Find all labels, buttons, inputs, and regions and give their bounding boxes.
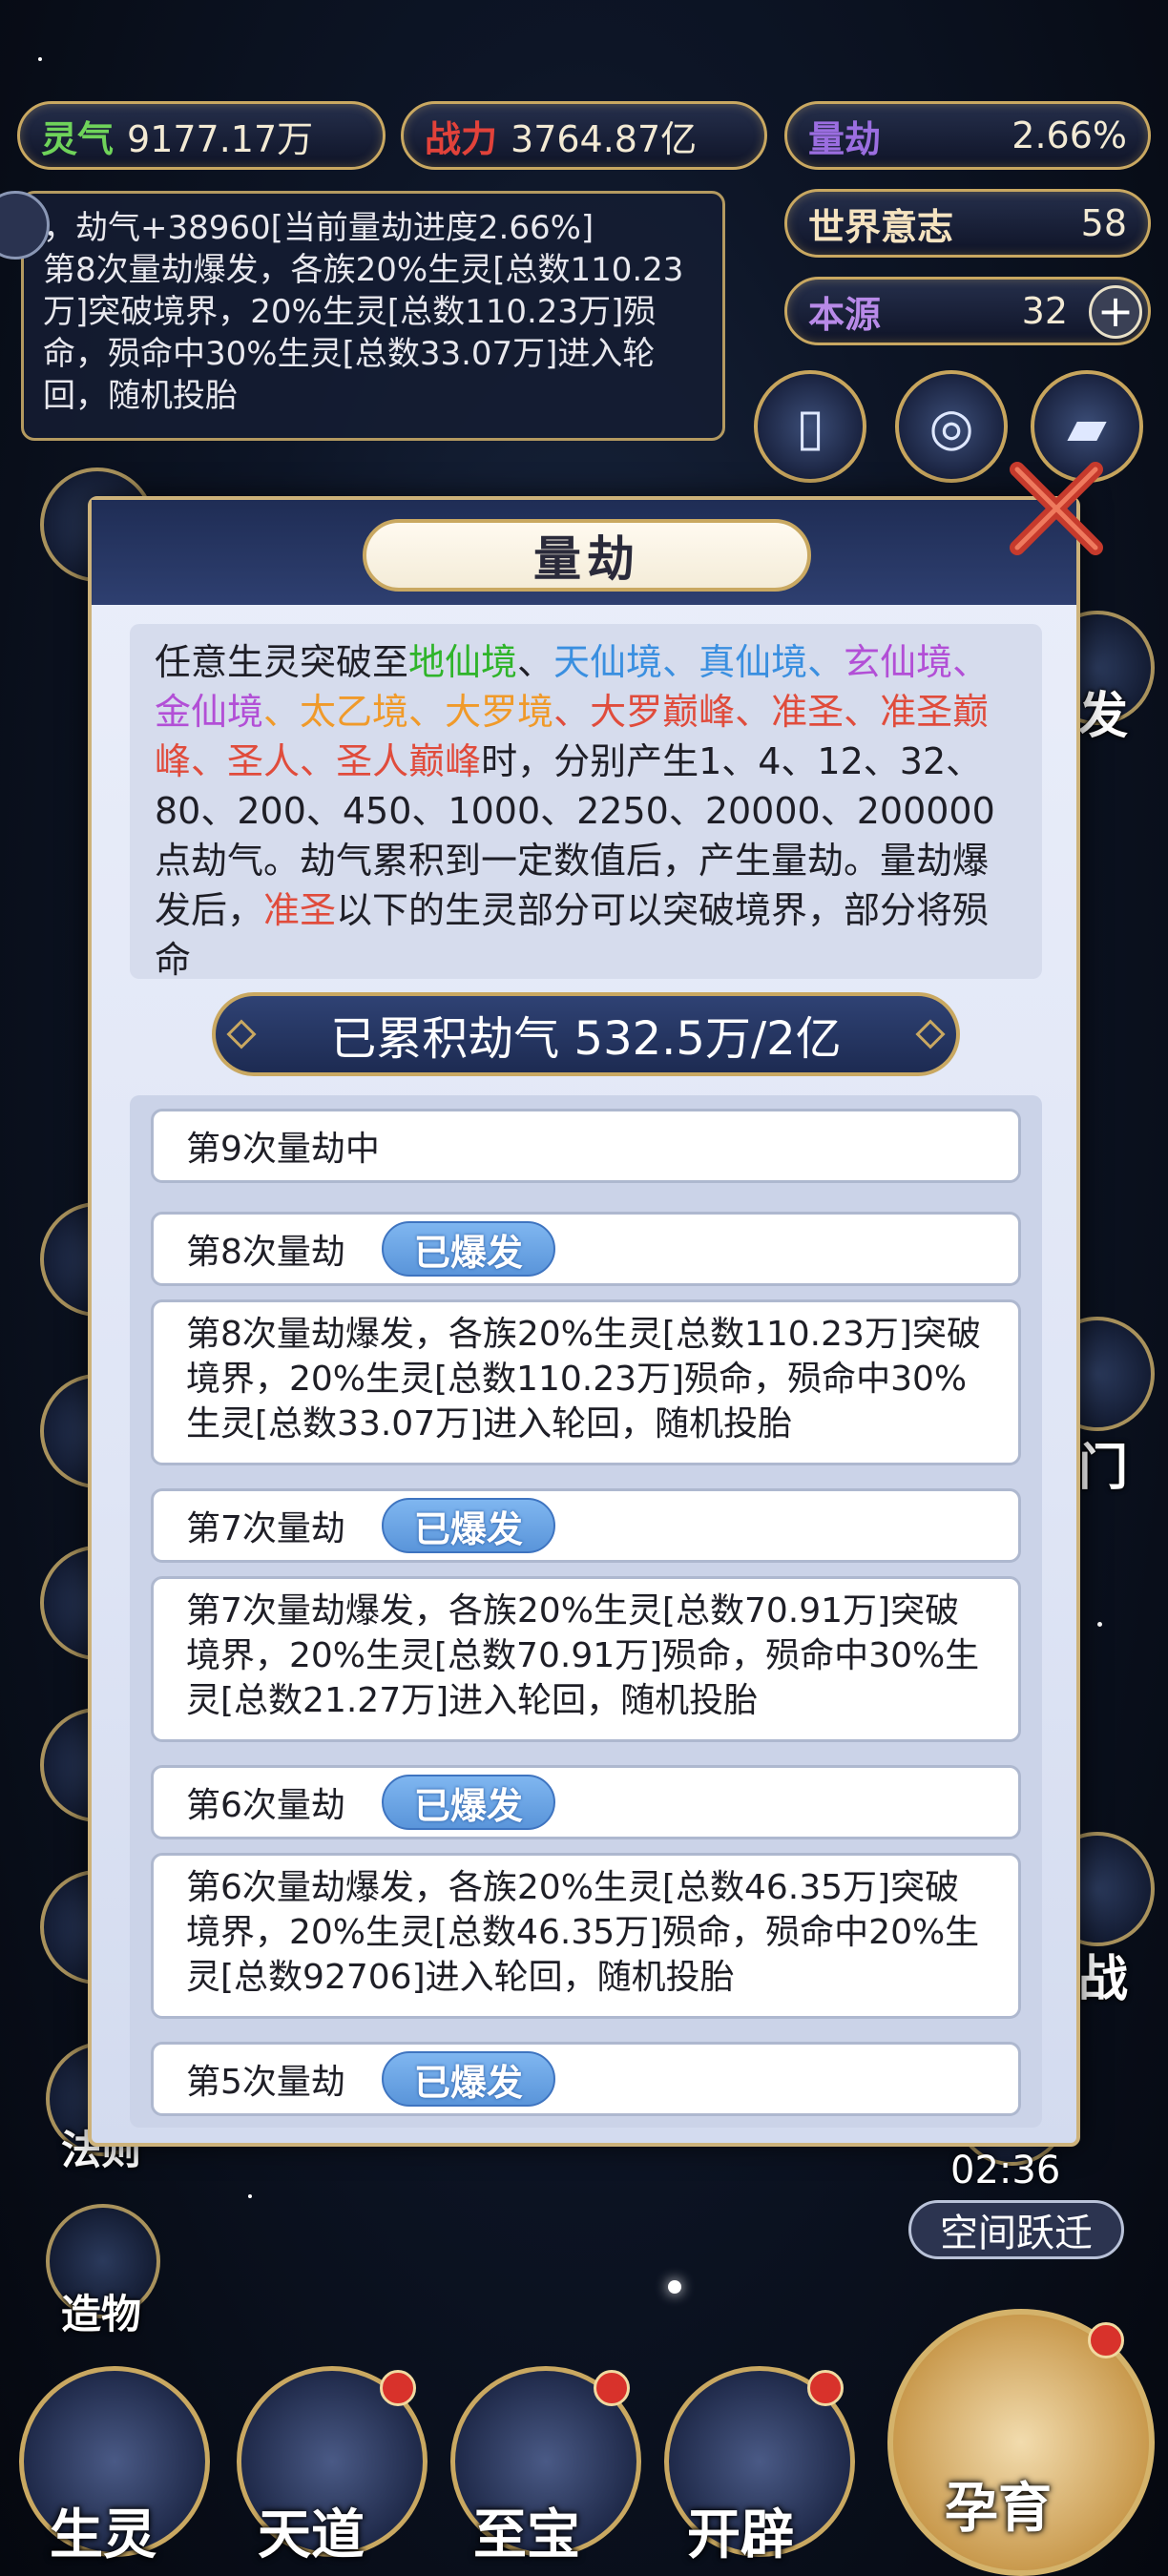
list-item: 第5次量劫 已爆发 <box>151 2042 1021 2116</box>
space-jump-button[interactable]: 空间跃迁 <box>908 2200 1124 2259</box>
origin-label: 本源 <box>808 293 882 336</box>
world-will-label: 世界意志 <box>808 205 954 248</box>
list-item: 第9次量劫中 <box>151 1109 1021 1183</box>
realm-name: 玄仙境 <box>844 641 953 683</box>
erupted-badge: 已爆发 <box>381 1775 555 1830</box>
accumulated-jieqi-banner: 已累积劫气 532.5万/2亿 <box>212 992 960 1076</box>
list-item-detail: 第6次量劫爆发，各族20%生灵[总数46.35万]突破境界，20%生灵[总数46… <box>151 1853 1021 2019</box>
desc-sep: 、 <box>408 691 446 733</box>
list-item-title: 第8次量劫 <box>186 1233 345 1272</box>
tiandao-label: 天道 <box>258 2504 365 2566</box>
realm-name: 圣人 <box>227 740 301 782</box>
desc-sep: 、 <box>844 691 881 733</box>
desc-text: 任意生灵突破至 <box>155 641 409 683</box>
realm-name: 真仙境 <box>699 641 808 683</box>
desc-sep: 、 <box>952 641 990 683</box>
realm-name: 大罗境 <box>445 691 554 733</box>
kaipi-label: 开辟 <box>687 2504 794 2566</box>
detail-text: 第6次量劫爆发，各族20%生灵[总数46.35万]突破境界，20%生灵[总数46… <box>186 1868 980 1997</box>
list-item-title: 第5次量劫 <box>186 2063 345 2102</box>
liangjie-modal: 量劫 任意生灵突破至地仙境、天仙境、真仙境、玄仙境、金仙境、太乙境、大罗境、大罗… <box>88 496 1080 2147</box>
modal-title: 量劫 <box>363 519 811 592</box>
shengling-label: 生灵 <box>50 2504 156 2566</box>
erupted-badge: 已爆发 <box>381 1221 555 1277</box>
erupted-badge: 已爆发 <box>381 1498 555 1553</box>
star <box>668 2280 681 2294</box>
accumulated-jieqi-text: 已累积劫气 532.5万/2亿 <box>330 1012 842 1066</box>
desc-sep: 、 <box>662 641 699 683</box>
origin-value: 32 <box>1021 290 1068 332</box>
realm-name: 圣人巅峰 <box>336 740 482 782</box>
lingqi-stat: 灵气 9177.17万 <box>17 101 386 170</box>
realm-name: 地仙境 <box>408 641 518 683</box>
timer-text: 02:36 <box>950 2149 1061 2192</box>
desc-sep: 、 <box>263 691 301 733</box>
desc-sep: 、 <box>191 740 228 782</box>
lingqi-label: 灵气 <box>41 117 115 160</box>
star <box>248 2194 252 2198</box>
zhanli-label: 战力 <box>425 117 498 160</box>
list-item-title: 第9次量劫中 <box>186 1130 380 1169</box>
lingqi-value: 9177.17万 <box>127 117 314 160</box>
realm-name: 天仙境 <box>553 641 663 683</box>
liangjie-stat[interactable]: 量劫 2.66% <box>784 101 1151 170</box>
list-item: 第6次量劫 已爆发 <box>151 1765 1021 1839</box>
world-will-stat: 世界意志 58 <box>784 189 1151 258</box>
portal-icon[interactable]: ◎ <box>895 370 1008 483</box>
star <box>38 57 42 61</box>
creation-label: 造物 <box>61 2291 142 2337</box>
diamond-icon <box>226 1019 257 1049</box>
notification-dot <box>807 2370 844 2406</box>
event-log-text: ，劫气+38960[当前量劫进度2.66%] 第8次量劫爆发，各族20%生灵[总… <box>43 209 684 415</box>
close-icon[interactable] <box>1004 456 1109 561</box>
list-item-title: 第6次量劫 <box>186 1786 345 1825</box>
realm-name: 准圣 <box>771 691 845 733</box>
list-item: 第7次量劫 已爆发 <box>151 1488 1021 1563</box>
liangjie-value: 2.66% <box>1012 114 1127 156</box>
origin-stat: 本源 32 + <box>784 277 1151 345</box>
right-side-label-1: 发 <box>1078 688 1129 745</box>
realm-name: 大罗巅峰 <box>590 691 736 733</box>
right-side-label-2: 门 <box>1078 1440 1129 1497</box>
realm-name: 准圣 <box>263 889 337 931</box>
desc-sep: 、 <box>517 641 554 683</box>
event-log: ，劫气+38960[当前量劫进度2.66%] 第8次量劫爆发，各族20%生灵[总… <box>21 191 725 441</box>
modal-description: 任意生灵突破至地仙境、天仙境、真仙境、玄仙境、金仙境、太乙境、大罗境、大罗巅峰、… <box>130 624 1042 981</box>
list-item-title: 第7次量劫 <box>186 1509 345 1548</box>
list-item-detail: 第7次量劫爆发，各族20%生灵[总数70.91万]突破境界，20%生灵[总数70… <box>151 1576 1021 1742</box>
right-side-label-3: 战 <box>1078 1951 1129 2008</box>
world-will-value: 58 <box>1080 202 1127 244</box>
realm-name: 太乙境 <box>300 691 409 733</box>
liangjie-label: 量劫 <box>808 117 882 160</box>
star <box>1097 1622 1102 1627</box>
liangjie-history-list[interactable]: 第9次量劫中 第8次量劫 已爆发 第8次量劫爆发，各族20%生灵[总数110.2… <box>130 1095 1042 2128</box>
card-icon[interactable]: ▯ <box>754 370 866 483</box>
notification-dot <box>594 2370 630 2406</box>
notification-dot <box>380 2370 416 2406</box>
notification-dot <box>1088 2322 1124 2358</box>
desc-sep: 、 <box>807 641 845 683</box>
add-origin-button[interactable]: + <box>1089 285 1142 339</box>
zhanli-stat: 战力 3764.87亿 <box>401 101 767 170</box>
list-item: 第8次量劫 已爆发 <box>151 1212 1021 1286</box>
diamond-icon <box>915 1019 946 1049</box>
detail-text: 第8次量劫爆发，各族20%生灵[总数110.23万]突破境界，20%生灵[总数1… <box>186 1315 981 1444</box>
zhibao-label: 至宝 <box>473 2504 580 2566</box>
realm-name: 金仙境 <box>155 691 264 733</box>
erupted-badge: 已爆发 <box>381 2051 555 2107</box>
desc-sep: 、 <box>300 740 337 782</box>
detail-text: 第7次量劫爆发，各族20%生灵[总数70.91万]突破境界，20%生灵[总数70… <box>186 1591 980 1720</box>
zhanli-value: 3764.87亿 <box>511 117 698 160</box>
desc-sep: 、 <box>735 691 772 733</box>
desc-sep: 、 <box>553 691 591 733</box>
yunyu-label: 孕育 <box>945 2478 1052 2540</box>
list-item-detail: 第8次量劫爆发，各族20%生灵[总数110.23万]突破境界，20%生灵[总数1… <box>151 1299 1021 1465</box>
